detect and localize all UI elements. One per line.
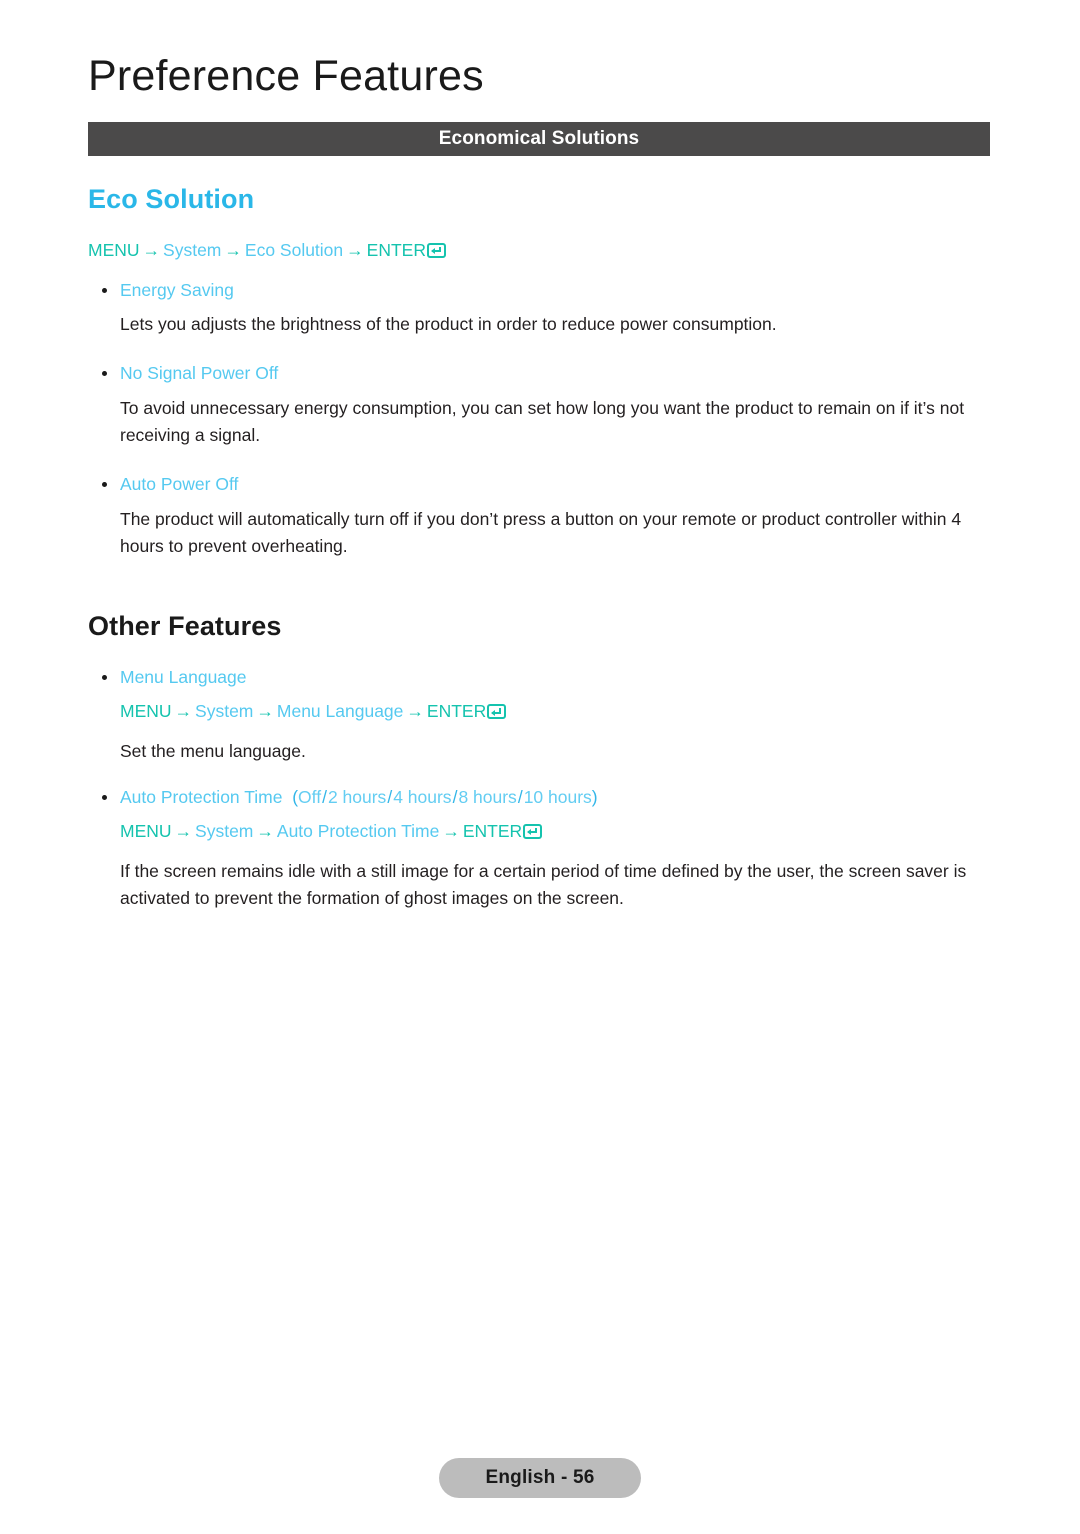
section-header-label: Economical Solutions bbox=[438, 128, 640, 149]
page-number-badge: English - 56 bbox=[439, 1458, 641, 1498]
bullet-label-menu-language: Menu Language bbox=[120, 666, 247, 687]
arrow-icon: → bbox=[142, 239, 161, 260]
list-item: Energy Saving bbox=[88, 277, 993, 303]
option-10-hours: 10 hours bbox=[523, 786, 592, 807]
menu-path-step-system: System bbox=[195, 701, 254, 722]
page-footer: English - 56 bbox=[0, 1458, 1080, 1498]
option-off: Off bbox=[298, 786, 322, 807]
arrow-icon: → bbox=[256, 701, 274, 722]
menu-path-step-system: System bbox=[163, 239, 222, 260]
arrow-icon: → bbox=[442, 820, 460, 841]
enter-key-icon bbox=[487, 704, 507, 720]
menu-path-step-eco-solution: Eco Solution bbox=[244, 239, 344, 260]
option-2-hours: 2 hours bbox=[327, 786, 387, 807]
document-page: Preference Features Economical Solutions… bbox=[0, 0, 1080, 1534]
menu-path-enter-key: ENTER bbox=[462, 820, 523, 841]
body-text-no-signal-power-off: To avoid unnecessary energy consumption,… bbox=[120, 397, 965, 446]
arrow-icon: → bbox=[346, 239, 364, 260]
menu-path-auto-protection-time: MENU → System → Auto Protection Time → ENTER bbox=[120, 818, 993, 844]
list-item: Menu Language bbox=[88, 664, 993, 690]
content-column: Eco Solution MENU → System → Eco Solution → EN… bbox=[88, 184, 993, 935]
bullet-label-auto-protection-time: Auto Protection Time bbox=[120, 786, 283, 807]
arrow-icon: → bbox=[174, 820, 193, 841]
body-text-energy-saving: Lets you adjusts the brightness of the p… bbox=[120, 314, 777, 335]
list-item: Auto Protection Time (Off/2 hours/4 hour… bbox=[88, 784, 993, 810]
menu-path-menu-key: MENU bbox=[88, 239, 140, 260]
menu-path-enter-key: ENTER bbox=[426, 701, 487, 722]
section-header-bar: Economical Solutions bbox=[88, 122, 990, 156]
heading-eco-solution: Eco Solution bbox=[88, 184, 255, 214]
enter-key-icon bbox=[523, 823, 543, 839]
options-paren-close: ) bbox=[591, 786, 598, 807]
option-8-hours: 8 hours bbox=[458, 786, 517, 807]
body-text-auto-power-off: The product will automatically turn off … bbox=[120, 508, 962, 556]
list-item: No Signal Power Off bbox=[88, 360, 993, 386]
menu-path-menu-language: MENU → System → Menu Language → ENTER bbox=[120, 698, 993, 724]
arrow-icon: → bbox=[174, 701, 193, 722]
option-4-hours: 4 hours bbox=[393, 786, 452, 807]
body-text-menu-language: Set the menu language. bbox=[120, 741, 306, 762]
arrow-icon: → bbox=[256, 820, 274, 841]
menu-path-step-auto-protection-time: Auto Protection Time bbox=[276, 820, 440, 841]
arrow-icon: → bbox=[224, 239, 242, 260]
bullet-label-auto-power-off: Auto Power Off bbox=[120, 474, 239, 495]
menu-path-step-menu-language: Menu Language bbox=[276, 701, 404, 722]
page-title: Preference Features bbox=[88, 52, 484, 100]
arrow-icon: → bbox=[406, 701, 424, 722]
bullet-label-no-signal-power-off: No Signal Power Off bbox=[120, 363, 279, 384]
menu-path-menu-key: MENU bbox=[120, 701, 172, 722]
menu-path-eco-solution: MENU → System → Eco Solution → ENTER bbox=[88, 237, 993, 263]
bullet-label-energy-saving: Energy Saving bbox=[120, 279, 234, 300]
body-text-auto-protection-time: If the screen remains idle with a still … bbox=[120, 861, 967, 909]
options-separator: / bbox=[322, 786, 327, 807]
options-separator: / bbox=[517, 786, 523, 807]
menu-path-step-system: System bbox=[195, 820, 254, 841]
enter-key-icon bbox=[426, 242, 446, 258]
heading-other-features: Other Features bbox=[88, 611, 282, 642]
list-item: Auto Power Off bbox=[88, 471, 993, 497]
menu-path-menu-key: MENU bbox=[120, 820, 172, 841]
menu-path-enter-key: ENTER bbox=[366, 239, 426, 260]
